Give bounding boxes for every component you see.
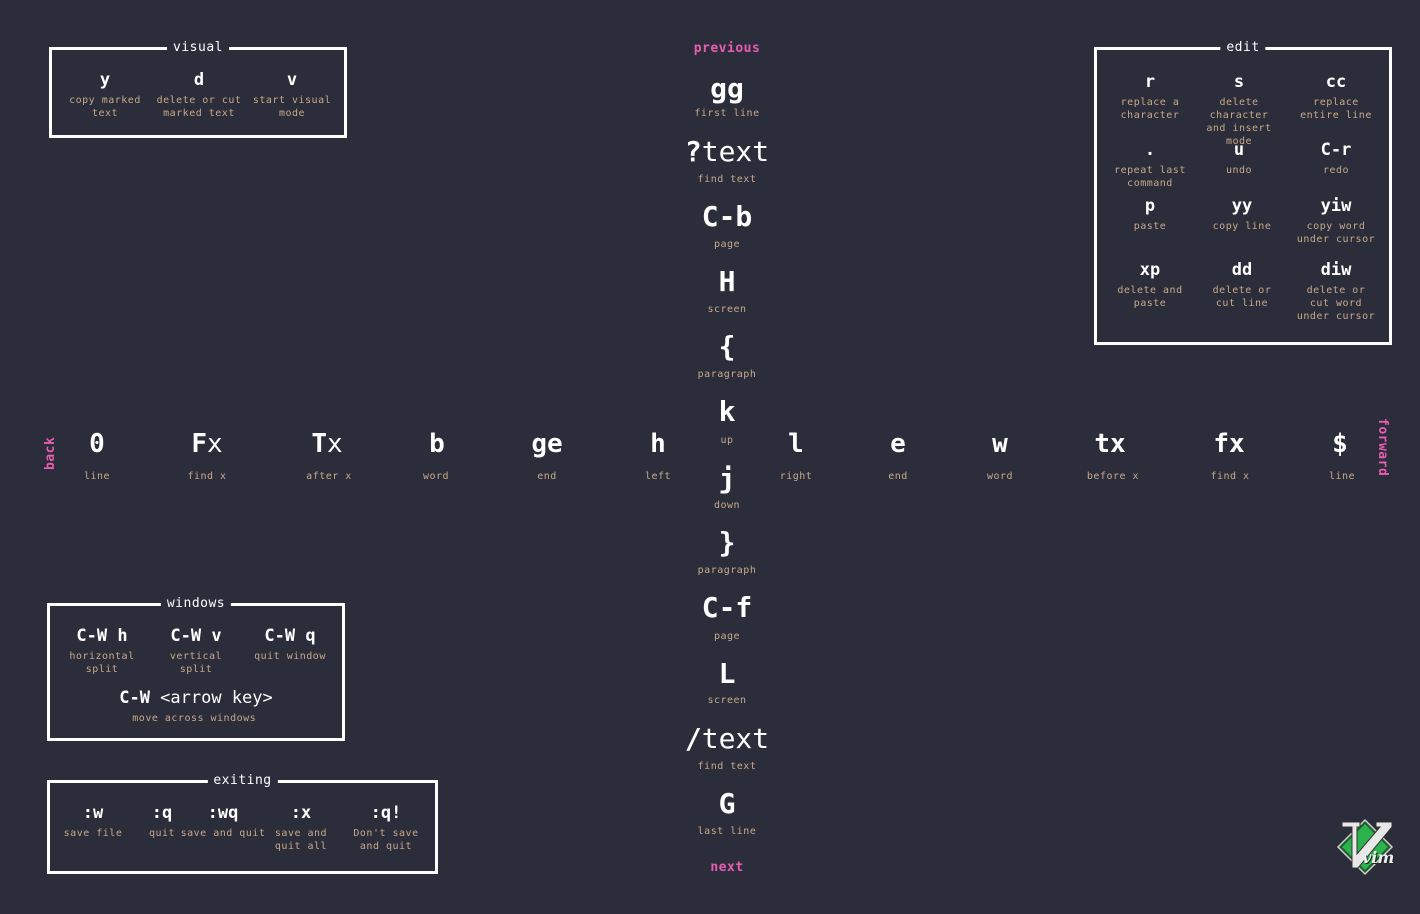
motion-desc: paragraph [697,369,757,380]
motion-key-b: b [429,429,445,459]
motion-desc: page [713,631,741,642]
edit-item: u undo [1225,140,1253,176]
visual-item: d delete or cut marked text [156,70,242,119]
motion-desc: word [422,471,450,482]
windows-panel: windows C-W h horizontal split C-W v ver… [47,596,345,741]
motion-desc: paragraph [697,565,757,576]
exiting-title: exiting [207,773,278,788]
motion-desc: up [720,435,734,446]
motion-key-0: 0 [89,429,105,459]
motion-desc: screen [707,304,747,315]
motion-key-G: G [718,787,736,820]
edit-item: cc replace entire line [1300,72,1372,121]
exiting-item: :x save and quit all [274,803,328,852]
motion-desc: right [779,471,813,482]
motion-desc: end [537,471,557,482]
edit-item: C-r redo [1320,140,1352,176]
motion-key-cb: C-b [701,200,753,233]
windows-arrow-item: C-W <arrow key> move across windows [119,688,273,724]
previous-label: previous [693,41,761,56]
motion-key-brace-open: { [718,330,736,363]
edit-item: yy copy line [1212,196,1272,232]
motion-key-Tx: Tx [311,429,343,459]
exiting-panel: exiting :w save file :q quit :wq save an… [47,773,438,874]
edit-item: p paste [1133,196,1167,232]
windows-item: C-W h horizontal split [69,626,135,675]
edit-item: yiw copy word under cursor [1296,196,1376,245]
visual-item: v start visual mode [252,70,332,119]
motion-desc: word [986,471,1014,482]
edit-panel: edit r replace a character s delete char… [1094,40,1392,345]
search-text: text [701,135,770,168]
motion-key-l: l [788,429,804,459]
exiting-item: :q! Don't save and quit [353,803,419,852]
edit-item: . repeat last command [1114,140,1186,189]
motion-key-search-back: ?text [684,135,770,168]
motion-key-h: h [650,429,666,459]
forward-label: forward [1375,418,1390,477]
motion-key-search-fwd: /text [684,722,770,755]
motion-desc: first line [694,108,760,119]
edit-item: diw delete or cut word under cursor [1296,260,1376,322]
motion-key-fx: fx [1213,429,1245,459]
windows-item: C-W v vertical split [169,626,223,675]
exiting-item: :wq save and quit [180,803,266,839]
motion-key-Fx: Fx [191,429,223,459]
motion-desc: down [713,500,741,511]
motion-desc: before x [1086,471,1140,482]
vim-logo-icon [1336,818,1394,876]
motion-key-cf: C-f [701,591,753,624]
motion-desc: page [713,239,741,250]
edit-item: xp delete and paste [1117,260,1183,309]
motion-key-ge: ge [531,429,563,459]
motion-desc: last line [697,826,757,837]
motion-desc: find text [697,174,757,185]
motion-desc: find text [697,761,757,772]
motion-desc: find x [187,471,227,482]
windows-title: windows [160,596,232,611]
motion-key-brace-close: } [718,526,736,559]
motion-desc: line [1328,471,1356,482]
edit-item: s delete character and insert mode [1206,72,1272,147]
motion-desc: find x [1210,471,1250,482]
back-label: back [43,436,58,470]
edit-item: dd delete or cut line [1212,260,1272,309]
motion-key-gg: gg [710,72,744,105]
motion-key-e: e [890,429,906,459]
motion-key-tx: tx [1094,429,1126,459]
motion-key-k: k [718,395,736,428]
vim-logo-text: vim [1362,848,1395,867]
motion-key-H: H [718,265,736,298]
search-text: text [701,722,770,755]
visual-title: visual [167,40,229,55]
edit-title: edit [1220,40,1266,55]
visual-item: y copy marked text [69,70,141,119]
motion-key-L: L [718,657,736,690]
motion-key-j: j [718,462,736,495]
vim-logo: vim [1336,818,1394,876]
edit-item: r replace a character [1120,72,1180,121]
next-label: next [710,860,744,875]
motion-desc: left [644,471,672,482]
motion-desc: end [888,471,908,482]
exiting-item: :w save file [63,803,123,839]
motion-desc: screen [707,695,747,706]
windows-item: C-W q quit window [254,626,326,662]
visual-panel: visual y copy marked text d delete or cu… [49,40,347,138]
motion-key-dollar: $ [1332,429,1348,459]
motion-desc: line [83,471,111,482]
motion-key-w: w [992,429,1008,459]
motion-desc: after x [306,471,352,482]
